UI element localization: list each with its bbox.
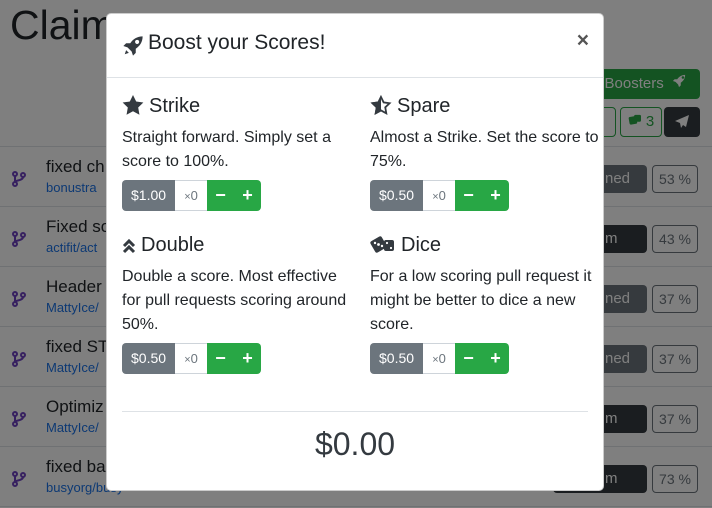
decrement-button[interactable]: −: [207, 180, 235, 211]
booster-dice: Dice For a low scoring pull request it m…: [370, 233, 600, 374]
dice-icon: [370, 236, 394, 253]
booster-description: Straight forward. Simply set a score to …: [122, 129, 331, 170]
booster-price: $1.00: [122, 180, 176, 211]
increment-button[interactable]: +: [482, 343, 510, 374]
booster-heading: Dice: [370, 233, 600, 257]
increment-button[interactable]: +: [482, 180, 510, 211]
booster-spare: Spare Almost a Strike. Set the score to …: [370, 94, 600, 211]
booster-count: ×0: [175, 343, 208, 374]
count-value: 0: [438, 351, 446, 366]
booster-control: $1.00 ×0 − +: [122, 180, 352, 211]
booster-name: Spare: [397, 95, 451, 117]
booster-count: ×0: [175, 180, 208, 211]
booster-price: $0.50: [122, 343, 176, 374]
booster-name: Double: [141, 234, 205, 256]
booster-control: $0.50 ×0 − +: [370, 343, 600, 374]
modal-title: Boost your Scores!: [148, 31, 326, 54]
modal-divider: [122, 411, 588, 412]
rocket-icon: [122, 35, 144, 57]
booster-control: $0.50 ×0 − +: [370, 180, 600, 211]
booster-description: Almost a Strike. Set the score to 75%.: [370, 129, 599, 170]
increment-button[interactable]: +: [234, 343, 262, 374]
count-value: 0: [438, 188, 446, 203]
booster-heading: Double: [122, 233, 352, 257]
booster-heading: Spare: [370, 94, 600, 118]
booster-count: ×0: [423, 180, 456, 211]
close-button[interactable]: ×: [577, 29, 589, 53]
count-value: 0: [190, 188, 198, 203]
star-half-icon: [370, 95, 392, 115]
decrement-button[interactable]: −: [455, 343, 483, 374]
booster-heading: Strike: [122, 94, 352, 118]
booster-description: Double a score. Most effective for pull …: [122, 268, 347, 333]
modal-header: Boost your Scores! ×: [107, 14, 603, 78]
star-icon: [122, 95, 144, 115]
boost-modal: Boost your Scores! × Strike Straight for…: [106, 13, 604, 491]
total-price: $0.00: [314, 426, 396, 462]
booster-price: $0.50: [370, 343, 424, 374]
booster-strike: Strike Straight forward. Simply set a sc…: [122, 94, 352, 211]
booster-double: Double Double a score. Most effective fo…: [122, 233, 352, 374]
increment-button[interactable]: +: [234, 180, 262, 211]
booster-count: ×0: [423, 343, 456, 374]
count-value: 0: [190, 351, 198, 366]
booster-price: $0.50: [370, 180, 424, 211]
booster-control: $0.50 ×0 − +: [122, 343, 352, 374]
decrement-button[interactable]: −: [207, 343, 235, 374]
double-chevron-up-icon: [122, 238, 136, 254]
booster-name: Dice: [401, 234, 442, 256]
booster-description: For a low scoring pull request it might …: [370, 268, 592, 333]
booster-name: Strike: [149, 95, 201, 117]
decrement-button[interactable]: −: [455, 180, 483, 211]
